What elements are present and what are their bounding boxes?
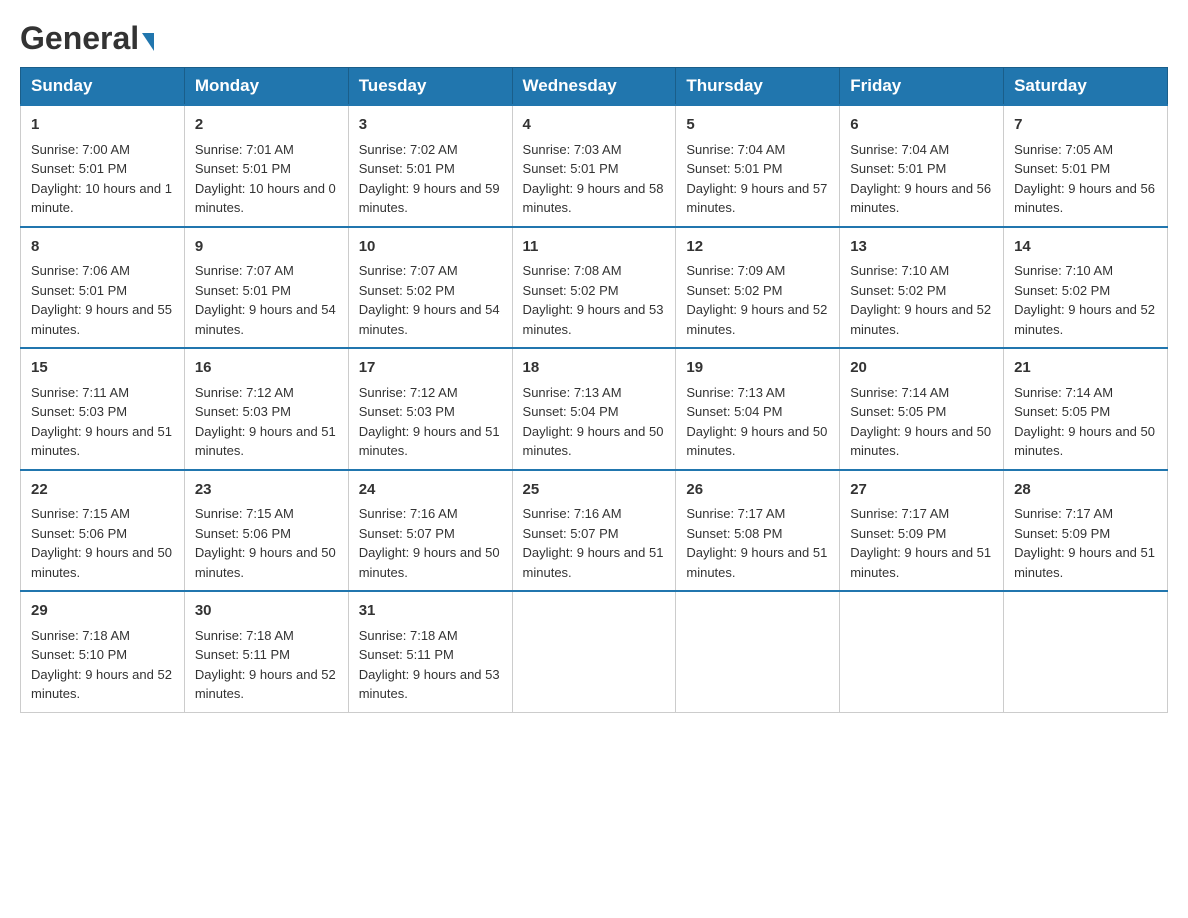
logo-general: General — [20, 20, 139, 57]
calendar-cell: 5Sunrise: 7:04 AMSunset: 5:01 PMDaylight… — [676, 105, 840, 227]
day-number: 8 — [31, 236, 174, 259]
day-number: 21 — [1014, 357, 1157, 380]
day-number: 15 — [31, 357, 174, 380]
day-number: 27 — [850, 479, 993, 502]
weekday-header-friday: Friday — [840, 68, 1004, 106]
calendar-cell: 28Sunrise: 7:17 AMSunset: 5:09 PMDayligh… — [1004, 470, 1168, 592]
calendar-cell: 9Sunrise: 7:07 AMSunset: 5:01 PMDaylight… — [184, 227, 348, 349]
day-number: 9 — [195, 236, 338, 259]
week-row-5: 29Sunrise: 7:18 AMSunset: 5:10 PMDayligh… — [21, 591, 1168, 712]
week-row-2: 8Sunrise: 7:06 AMSunset: 5:01 PMDaylight… — [21, 227, 1168, 349]
page-header: General — [20, 20, 1168, 57]
day-number: 1 — [31, 114, 174, 137]
calendar-cell: 6Sunrise: 7:04 AMSunset: 5:01 PMDaylight… — [840, 105, 1004, 227]
day-number: 28 — [1014, 479, 1157, 502]
logo-triangle-icon — [142, 33, 154, 51]
calendar-cell: 17Sunrise: 7:12 AMSunset: 5:03 PMDayligh… — [348, 348, 512, 470]
day-number: 24 — [359, 479, 502, 502]
day-number: 2 — [195, 114, 338, 137]
weekday-header-row: SundayMondayTuesdayWednesdayThursdayFrid… — [21, 68, 1168, 106]
weekday-header-monday: Monday — [184, 68, 348, 106]
day-number: 22 — [31, 479, 174, 502]
day-number: 13 — [850, 236, 993, 259]
calendar-cell: 24Sunrise: 7:16 AMSunset: 5:07 PMDayligh… — [348, 470, 512, 592]
calendar-cell — [1004, 591, 1168, 712]
day-number: 3 — [359, 114, 502, 137]
day-number: 12 — [686, 236, 829, 259]
week-row-1: 1Sunrise: 7:00 AMSunset: 5:01 PMDaylight… — [21, 105, 1168, 227]
logo: General — [20, 20, 154, 57]
calendar-cell: 27Sunrise: 7:17 AMSunset: 5:09 PMDayligh… — [840, 470, 1004, 592]
calendar-cell: 3Sunrise: 7:02 AMSunset: 5:01 PMDaylight… — [348, 105, 512, 227]
calendar-cell: 16Sunrise: 7:12 AMSunset: 5:03 PMDayligh… — [184, 348, 348, 470]
day-number: 31 — [359, 600, 502, 623]
calendar-cell: 23Sunrise: 7:15 AMSunset: 5:06 PMDayligh… — [184, 470, 348, 592]
calendar-cell: 11Sunrise: 7:08 AMSunset: 5:02 PMDayligh… — [512, 227, 676, 349]
day-number: 10 — [359, 236, 502, 259]
calendar-cell: 29Sunrise: 7:18 AMSunset: 5:10 PMDayligh… — [21, 591, 185, 712]
calendar-cell: 22Sunrise: 7:15 AMSunset: 5:06 PMDayligh… — [21, 470, 185, 592]
day-number: 5 — [686, 114, 829, 137]
day-number: 7 — [1014, 114, 1157, 137]
day-number: 19 — [686, 357, 829, 380]
calendar-cell — [676, 591, 840, 712]
calendar-cell: 2Sunrise: 7:01 AMSunset: 5:01 PMDaylight… — [184, 105, 348, 227]
day-number: 25 — [523, 479, 666, 502]
calendar-cell: 30Sunrise: 7:18 AMSunset: 5:11 PMDayligh… — [184, 591, 348, 712]
calendar-cell: 19Sunrise: 7:13 AMSunset: 5:04 PMDayligh… — [676, 348, 840, 470]
day-number: 23 — [195, 479, 338, 502]
day-number: 14 — [1014, 236, 1157, 259]
calendar-cell: 18Sunrise: 7:13 AMSunset: 5:04 PMDayligh… — [512, 348, 676, 470]
calendar-cell: 8Sunrise: 7:06 AMSunset: 5:01 PMDaylight… — [21, 227, 185, 349]
day-number: 29 — [31, 600, 174, 623]
calendar-table: SundayMondayTuesdayWednesdayThursdayFrid… — [20, 67, 1168, 713]
calendar-cell: 31Sunrise: 7:18 AMSunset: 5:11 PMDayligh… — [348, 591, 512, 712]
calendar-cell: 4Sunrise: 7:03 AMSunset: 5:01 PMDaylight… — [512, 105, 676, 227]
calendar-cell: 7Sunrise: 7:05 AMSunset: 5:01 PMDaylight… — [1004, 105, 1168, 227]
day-number: 11 — [523, 236, 666, 259]
week-row-4: 22Sunrise: 7:15 AMSunset: 5:06 PMDayligh… — [21, 470, 1168, 592]
calendar-cell: 1Sunrise: 7:00 AMSunset: 5:01 PMDaylight… — [21, 105, 185, 227]
day-number: 17 — [359, 357, 502, 380]
weekday-header-sunday: Sunday — [21, 68, 185, 106]
calendar-cell: 13Sunrise: 7:10 AMSunset: 5:02 PMDayligh… — [840, 227, 1004, 349]
calendar-cell: 14Sunrise: 7:10 AMSunset: 5:02 PMDayligh… — [1004, 227, 1168, 349]
calendar-cell: 10Sunrise: 7:07 AMSunset: 5:02 PMDayligh… — [348, 227, 512, 349]
day-number: 20 — [850, 357, 993, 380]
calendar-cell — [840, 591, 1004, 712]
calendar-cell: 20Sunrise: 7:14 AMSunset: 5:05 PMDayligh… — [840, 348, 1004, 470]
day-number: 18 — [523, 357, 666, 380]
day-number: 16 — [195, 357, 338, 380]
day-number: 6 — [850, 114, 993, 137]
day-number: 30 — [195, 600, 338, 623]
calendar-cell: 12Sunrise: 7:09 AMSunset: 5:02 PMDayligh… — [676, 227, 840, 349]
day-number: 4 — [523, 114, 666, 137]
weekday-header-saturday: Saturday — [1004, 68, 1168, 106]
weekday-header-thursday: Thursday — [676, 68, 840, 106]
calendar-cell — [512, 591, 676, 712]
day-number: 26 — [686, 479, 829, 502]
weekday-header-wednesday: Wednesday — [512, 68, 676, 106]
weekday-header-tuesday: Tuesday — [348, 68, 512, 106]
calendar-cell: 26Sunrise: 7:17 AMSunset: 5:08 PMDayligh… — [676, 470, 840, 592]
calendar-cell: 15Sunrise: 7:11 AMSunset: 5:03 PMDayligh… — [21, 348, 185, 470]
week-row-3: 15Sunrise: 7:11 AMSunset: 5:03 PMDayligh… — [21, 348, 1168, 470]
calendar-cell: 21Sunrise: 7:14 AMSunset: 5:05 PMDayligh… — [1004, 348, 1168, 470]
calendar-cell: 25Sunrise: 7:16 AMSunset: 5:07 PMDayligh… — [512, 470, 676, 592]
